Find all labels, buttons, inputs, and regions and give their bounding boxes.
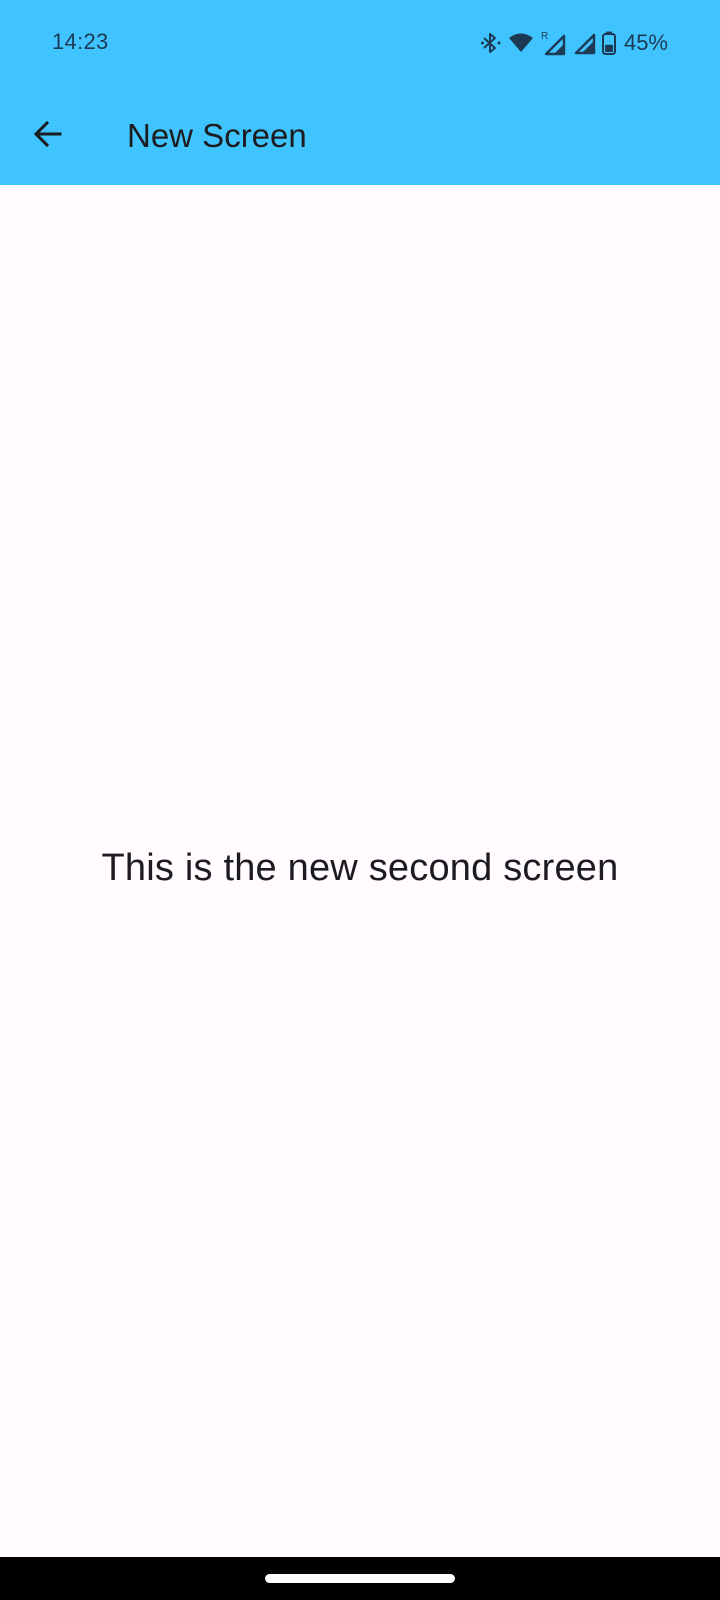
navigation-bar — [0, 1557, 720, 1600]
main-content: This is the new second screen — [0, 185, 720, 1557]
status-bar: 14:23 R 45% — [0, 0, 720, 88]
signal-icon — [574, 31, 596, 55]
battery-percent: 45% — [623, 30, 668, 55]
battery-icon — [601, 31, 616, 55]
roaming-label: R — [541, 31, 548, 42]
arrow-back-icon — [32, 118, 64, 155]
signal-roaming-icon: R — [540, 30, 568, 56]
home-gesture-handle[interactable] — [265, 1574, 455, 1583]
center-message: This is the new second screen — [101, 847, 619, 889]
back-button[interactable] — [20, 108, 76, 164]
app-bar: New Screen — [0, 88, 720, 185]
bluetooth-icon — [480, 31, 502, 55]
page-title: New Screen — [127, 117, 307, 154]
status-time: 14:23 — [52, 29, 109, 54]
status-icons: R 45% — [480, 28, 668, 58]
wifi-icon — [508, 32, 534, 54]
